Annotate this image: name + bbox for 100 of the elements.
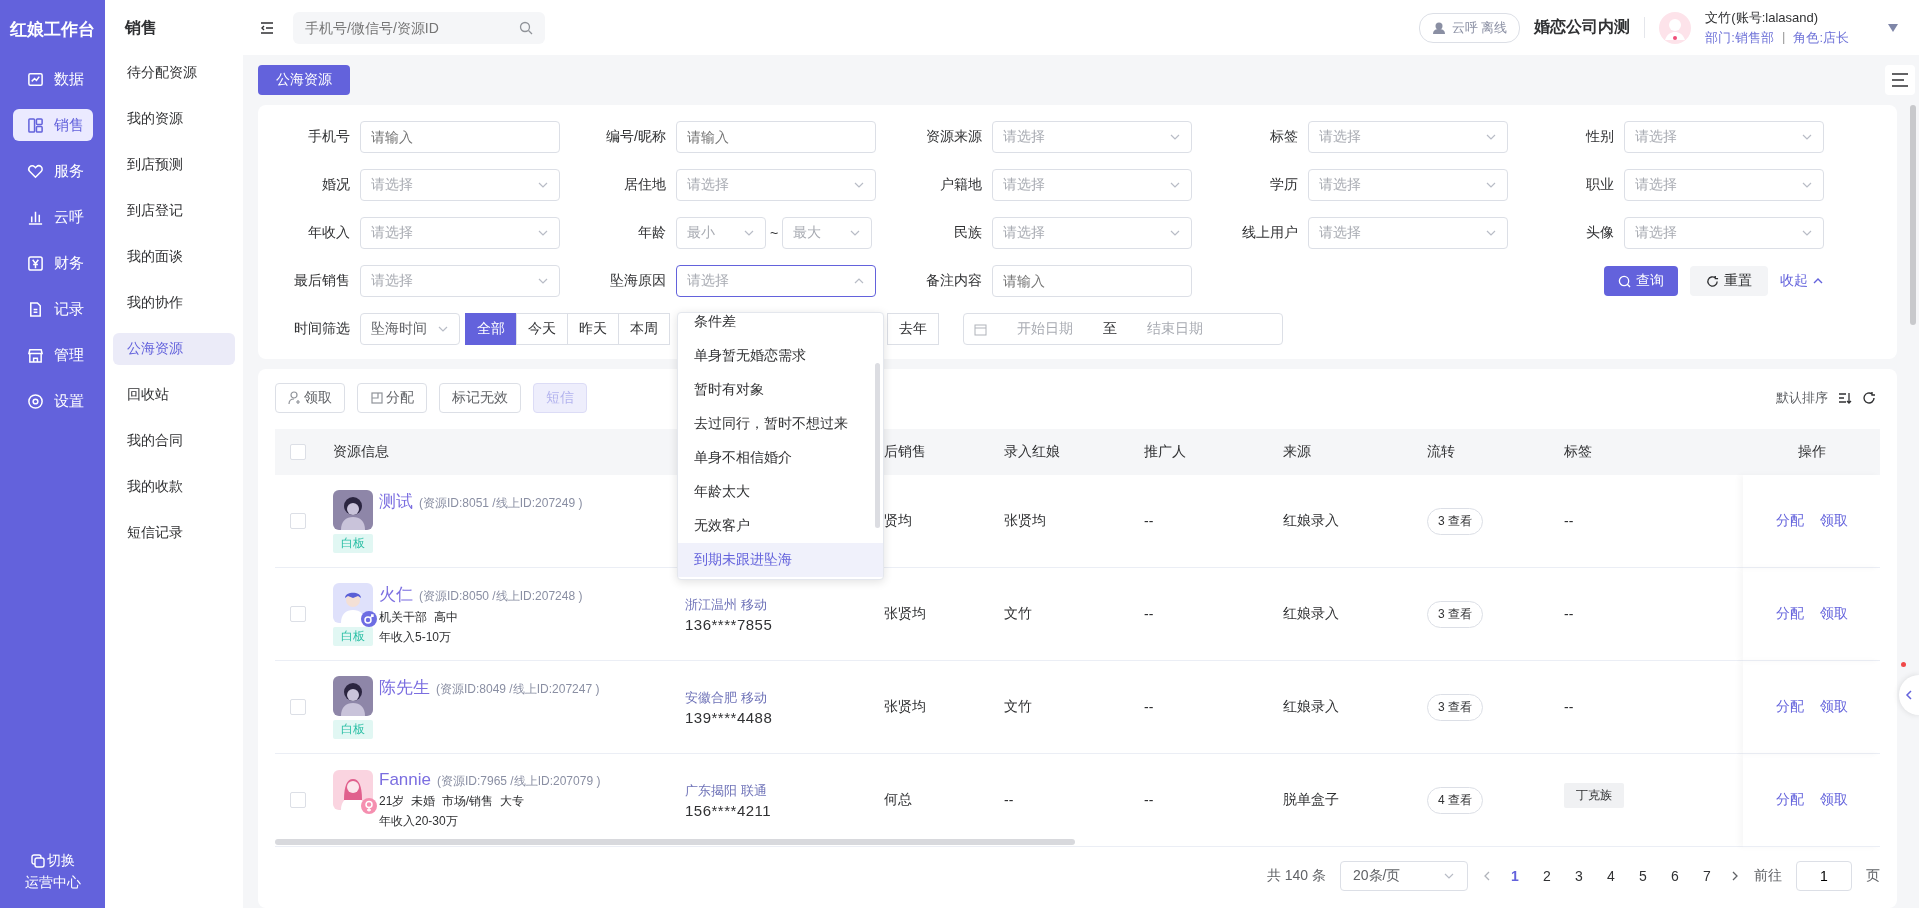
nav-item[interactable]: 设置: [12, 385, 93, 417]
menu-icon[interactable]: [1885, 65, 1915, 95]
resource-name[interactable]: 火仁: [379, 582, 413, 606]
page-unit: 页: [1866, 867, 1880, 885]
page-number[interactable]: 4: [1602, 868, 1620, 884]
store-icon: [26, 346, 44, 364]
action-link[interactable]: 分配: [1775, 605, 1804, 623]
page-number[interactable]: 1: [1506, 868, 1524, 884]
company-name: 婚恋公司内测: [1534, 17, 1646, 38]
action-link[interactable]: 分配: [1775, 698, 1804, 716]
checkbox[interactable]: [290, 699, 306, 715]
field-label: 学历: [1269, 176, 1298, 194]
page-input[interactable]: 1: [1796, 861, 1852, 891]
previous-page-icon[interactable]: [1482, 871, 1492, 881]
select-field[interactable]: 坠海时间: [360, 313, 460, 345]
period-tab[interactable]: 今天: [516, 313, 568, 345]
resource-name[interactable]: 陈先生: [379, 675, 430, 699]
submenu-item[interactable]: 到店预测: [113, 149, 235, 181]
toolbar-button[interactable]: 分配: [357, 383, 427, 413]
action-link[interactable]: 分配: [1775, 791, 1804, 809]
resource-name[interactable]: 测试: [379, 489, 413, 513]
checkbox[interactable]: [290, 606, 306, 622]
nav-item[interactable]: 记录: [12, 293, 93, 325]
text-field[interactable]: 请输入: [676, 121, 876, 153]
sort-label[interactable]: 默认排序: [1776, 389, 1828, 407]
page-number[interactable]: 6: [1666, 868, 1684, 884]
dropdown-option[interactable]: 到期未跟进坠海: [678, 543, 883, 577]
side-panel-tab[interactable]: [1899, 675, 1919, 715]
toolbar-button[interactable]: 标记无效: [439, 383, 521, 413]
submenu-item[interactable]: 公海资源: [113, 333, 235, 365]
period-tab[interactable]: 本周: [618, 313, 670, 345]
submenu-item[interactable]: 我的资源: [113, 103, 235, 135]
submenu-item[interactable]: 短信记录: [113, 517, 235, 549]
page-number[interactable]: 5: [1634, 868, 1652, 884]
field-label: 标签: [1269, 128, 1298, 146]
page-number[interactable]: 7: [1698, 868, 1716, 884]
dropdown-option[interactable]: 单身暂无婚恋需求: [678, 339, 883, 373]
action-link[interactable]: 领取: [1819, 512, 1848, 530]
checkbox[interactable]: [290, 792, 306, 808]
submenu-item[interactable]: 到店登记: [113, 195, 235, 227]
dropdown-option[interactable]: 条件差: [678, 313, 883, 339]
action-link[interactable]: 领取: [1819, 605, 1848, 623]
toolbar-button[interactable]: 领取: [275, 383, 345, 413]
text-field[interactable]: 请输入: [992, 265, 1192, 297]
nav-item[interactable]: 销售: [12, 109, 93, 141]
refresh-icon[interactable]: [1862, 391, 1876, 405]
submenu-item[interactable]: 我的协作: [113, 287, 235, 319]
reset-button[interactable]: 重置: [1690, 266, 1768, 296]
page-size-select[interactable]: 20条/页: [1340, 861, 1468, 891]
page-number[interactable]: 2: [1538, 868, 1556, 884]
sort-icon[interactable]: [1838, 391, 1852, 405]
table-cell: 红娘录入: [1283, 475, 1427, 568]
submenu-item[interactable]: 我的合同: [113, 425, 235, 457]
action-link[interactable]: 领取: [1819, 698, 1848, 716]
range-separator: ~: [770, 225, 779, 241]
page-tab[interactable]: 公海资源: [258, 65, 350, 95]
submenu-item[interactable]: 我的收款: [113, 471, 235, 503]
user-name: 文竹(账号:lalasand): [1705, 8, 1820, 27]
section-title: 销售: [123, 18, 158, 38]
nav-item[interactable]: 云呼: [12, 201, 93, 233]
table-cell: --: [1144, 568, 1283, 661]
date-range-field[interactable]: 开始日期 至 结束日期: [963, 313, 1283, 345]
table-cell: 张贤均: [862, 661, 1004, 754]
call-status-button[interactable]: 云呼 离线: [1418, 12, 1521, 43]
dropdown-icon[interactable]: [1887, 22, 1899, 33]
nav-item[interactable]: 管理: [12, 339, 93, 371]
search-field[interactable]: 手机号/微信号/资源ID: [293, 11, 545, 44]
checkbox[interactable]: [290, 444, 306, 460]
switch-button[interactable]: 切换: [30, 852, 75, 870]
page-number[interactable]: 3: [1570, 868, 1588, 884]
text-field[interactable]: 请输入: [360, 121, 560, 153]
query-button[interactable]: 查询: [1604, 266, 1678, 296]
period-tab[interactable]: 去年: [887, 313, 939, 345]
nav-item[interactable]: 财务: [12, 247, 93, 279]
period-tab[interactable]: 昨天: [567, 313, 619, 345]
phone-number: 156****4211: [685, 801, 772, 819]
nav-item[interactable]: 服务: [12, 155, 93, 187]
action-link[interactable]: 分配: [1775, 512, 1804, 530]
male-symbol-icon: [361, 610, 377, 627]
submenu-item[interactable]: 回收站: [113, 379, 235, 411]
next-page-icon[interactable]: [1730, 871, 1740, 881]
collapse-link[interactable]: 收起: [1780, 272, 1824, 290]
field-label: 手机号: [307, 128, 350, 146]
horizontal-scrollbar[interactable]: [275, 839, 1075, 845]
field-label: 最后销售: [293, 272, 350, 290]
submenu-item[interactable]: 待分配资源: [113, 57, 235, 89]
field-label: 年龄: [637, 224, 666, 242]
checkbox[interactable]: [290, 513, 306, 529]
vertical-scrollbar[interactable]: [1910, 105, 1916, 325]
resource-name[interactable]: Fannie: [379, 770, 431, 790]
period-tab[interactable]: 全部: [465, 313, 517, 345]
avatar: [333, 489, 373, 530]
phone-number: 136****7855: [685, 615, 773, 633]
notification-dot: [1901, 662, 1906, 667]
nav-item[interactable]: 数据: [12, 63, 93, 95]
dropdown-option[interactable]: 暂时有对象: [678, 373, 883, 407]
submenu-item[interactable]: 我的面谈: [113, 241, 235, 273]
avatar: [333, 770, 373, 810]
menu-collapse-icon[interactable]: [259, 19, 275, 36]
action-link[interactable]: 领取: [1819, 791, 1848, 809]
